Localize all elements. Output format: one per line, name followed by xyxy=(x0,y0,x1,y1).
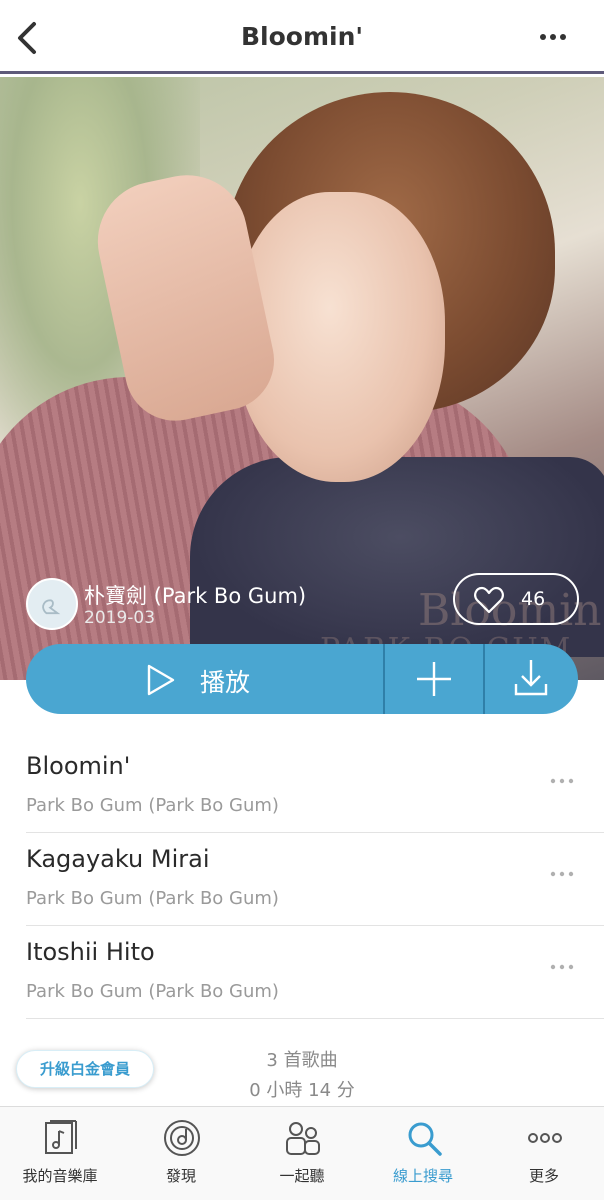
people-icon xyxy=(286,1122,320,1155)
like-button[interactable]: 46 xyxy=(453,573,579,625)
more-horizontal-icon[interactable] xyxy=(538,22,568,52)
download-button[interactable] xyxy=(485,644,578,714)
tab-label: 線上搜尋 xyxy=(392,1167,453,1185)
song-artist: Park Bo Gum (Park Bo Gum) xyxy=(26,795,279,816)
tab-online-search[interactable]: 線上搜尋 xyxy=(363,1107,483,1200)
upgrade-button[interactable]: 升級白金會員 xyxy=(16,1050,154,1088)
song-options-icon[interactable] xyxy=(550,776,574,786)
play-button[interactable]: 播放 xyxy=(26,644,383,714)
add-to-playlist-button[interactable] xyxy=(385,644,483,714)
nav-header: Bloomin' xyxy=(0,0,604,74)
disc-icon xyxy=(164,1120,200,1156)
action-bar: 播放 xyxy=(26,644,578,714)
tab-listen-together[interactable]: 一起聽 xyxy=(242,1107,362,1200)
song-title: Bloomin' xyxy=(26,752,131,780)
plus-icon xyxy=(417,662,451,696)
release-date: 2019-03 xyxy=(84,608,156,628)
tab-label: 我的音樂庫 xyxy=(22,1167,98,1185)
song-title: Itoshii Hito xyxy=(26,938,155,966)
tab-my-library[interactable]: 我的音樂庫 xyxy=(0,1107,120,1200)
page-title: Bloomin' xyxy=(240,22,364,51)
artist-name[interactable]: 朴寶劍 (Park Bo Gum) xyxy=(84,580,306,610)
more-icon xyxy=(528,1133,562,1143)
avatar-placeholder-icon xyxy=(42,599,61,615)
song-options-icon[interactable] xyxy=(550,869,574,879)
song-row[interactable]: Itoshii Hito Park Bo Gum (Park Bo Gum) xyxy=(0,926,604,1019)
tab-label: 發現 xyxy=(165,1167,196,1185)
like-count: 46 xyxy=(521,588,546,610)
heart-icon xyxy=(474,586,504,614)
song-row[interactable]: Bloomin' Park Bo Gum (Park Bo Gum) xyxy=(0,740,604,833)
tab-more[interactable]: 更多 xyxy=(484,1107,604,1200)
play-label: 播放 xyxy=(200,668,251,697)
tab-label: 更多 xyxy=(528,1167,559,1185)
music-library-icon xyxy=(45,1120,77,1154)
download-icon xyxy=(514,660,548,696)
song-artist: Park Bo Gum (Park Bo Gum) xyxy=(26,888,279,909)
artist-avatar[interactable] xyxy=(26,578,78,630)
song-title: Kagayaku Mirai xyxy=(26,845,210,873)
song-artist: Park Bo Gum (Park Bo Gum) xyxy=(26,981,279,1002)
play-icon xyxy=(147,664,175,696)
song-row[interactable]: Kagayaku Mirai Park Bo Gum (Park Bo Gum) xyxy=(0,833,604,926)
tab-bar: 我的音樂庫 發現 一起聽 線上搜尋 更多 xyxy=(0,1106,604,1200)
song-options-icon[interactable] xyxy=(550,962,574,972)
search-icon xyxy=(408,1122,442,1156)
tab-label: 一起聽 xyxy=(279,1167,325,1185)
tab-discover[interactable]: 發現 xyxy=(121,1107,241,1200)
row-divider xyxy=(26,1018,604,1019)
